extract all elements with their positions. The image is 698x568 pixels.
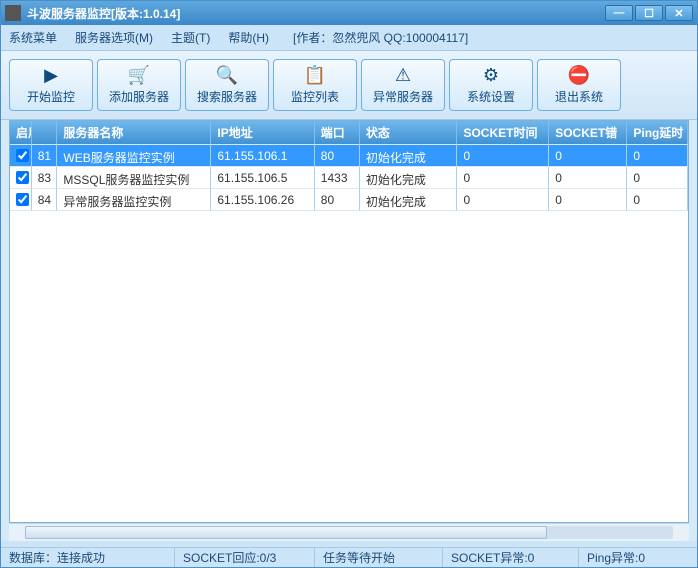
cell-port: 1433 [315, 167, 360, 189]
list-icon: 📋 [304, 66, 326, 84]
table-header: 启用 服务器名称 IP地址 端口 状态 SOCKET时间 SOCKET错 Pin… [10, 121, 688, 145]
cell-socket-err: 0 [549, 167, 627, 189]
status-ping-abnormal: Ping异常:0 [579, 548, 697, 567]
status-socket-abnormal: SOCKET异常:0 [443, 548, 579, 567]
cell-socket-err: 0 [549, 189, 627, 211]
statusbar: 数据库：连接成功 SOCKET回应:0/3 任务等待开始 SOCKET异常:0 … [1, 547, 697, 567]
col-socket-err[interactable]: SOCKET错 [549, 121, 627, 145]
start-monitor-button[interactable]: ▶ 开始监控 [9, 59, 93, 111]
cell-ping: 0 [627, 189, 688, 211]
server-table: 启用 服务器名称 IP地址 端口 状态 SOCKET时间 SOCKET错 Pin… [9, 120, 689, 523]
col-name[interactable]: 服务器名称 [57, 121, 211, 145]
col-socket-time[interactable]: SOCKET时间 [457, 121, 549, 145]
system-settings-button[interactable]: ⚙ 系统设置 [449, 59, 533, 111]
table-row[interactable]: 81WEB服务器监控实例61.155.106.180初始化完成000 [10, 145, 688, 167]
table-body: 81WEB服务器监控实例61.155.106.180初始化完成00083MSSQ… [10, 145, 688, 522]
cell-port: 80 [315, 145, 360, 167]
cell-enable[interactable] [10, 189, 32, 211]
status-db: 数据库：连接成功 [1, 548, 175, 567]
play-icon: ▶ [44, 66, 58, 84]
cell-socket-time: 0 [457, 167, 549, 189]
cell-name: 异常服务器监控实例 [57, 189, 211, 211]
maximize-button[interactable]: ☐ [635, 5, 663, 21]
cell-status: 初始化完成 [360, 145, 458, 167]
toolbar: ▶ 开始监控 🛒 添加服务器 🔍 搜索服务器 📋 监控列表 ⚠ 异常服务器 ⚙ … [1, 51, 697, 120]
col-ping[interactable]: Ping延时 [627, 121, 688, 145]
enable-checkbox[interactable] [16, 149, 29, 162]
menubar: 系统菜单 服务器选项(M) 主题(T) 帮助(H) [作者：忽然兜风 QQ:10… [1, 25, 697, 51]
menu-help[interactable]: 帮助(H) [228, 29, 269, 46]
table-row[interactable]: 83MSSQL服务器监控实例61.155.106.51433初始化完成000 [10, 167, 688, 189]
cell-port: 80 [315, 189, 360, 211]
menu-server-options[interactable]: 服务器选项(M) [75, 29, 153, 46]
cell-ip: 61.155.106.1 [211, 145, 314, 167]
add-server-button[interactable]: 🛒 添加服务器 [97, 59, 181, 111]
col-status[interactable]: 状态 [360, 121, 458, 145]
menu-theme[interactable]: 主题(T) [171, 29, 210, 46]
stop-icon: ⛔ [568, 66, 590, 84]
menu-system[interactable]: 系统菜单 [9, 29, 57, 46]
app-icon [5, 5, 21, 21]
cell-ping: 0 [627, 145, 688, 167]
minimize-button[interactable]: — [605, 5, 633, 21]
enable-checkbox[interactable] [16, 171, 29, 184]
window-title: 斗波服务器监控[版本:1.0.14] [27, 5, 605, 22]
cell-enable[interactable] [10, 167, 32, 189]
abnormal-server-button[interactable]: ⚠ 异常服务器 [361, 59, 445, 111]
search-icon: 🔍 [216, 66, 238, 84]
cell-name: WEB服务器监控实例 [57, 145, 211, 167]
status-task: 任务等待开始 [315, 548, 443, 567]
close-button[interactable]: ✕ [665, 5, 693, 21]
monitor-list-button[interactable]: 📋 监控列表 [273, 59, 357, 111]
warning-icon: ⚠ [395, 66, 411, 84]
author-info: [作者：忽然兜风 QQ:100004117] [293, 29, 468, 46]
col-id[interactable] [32, 121, 58, 145]
cell-name: MSSQL服务器监控实例 [57, 167, 211, 189]
cell-id: 84 [32, 189, 58, 211]
cell-socket-err: 0 [549, 145, 627, 167]
cell-ip: 61.155.106.5 [211, 167, 314, 189]
enable-checkbox[interactable] [16, 193, 29, 206]
status-socket-reply: SOCKET回应:0/3 [175, 548, 315, 567]
col-port[interactable]: 端口 [315, 121, 360, 145]
titlebar[interactable]: 斗波服务器监控[版本:1.0.14] — ☐ ✕ [1, 1, 697, 25]
cell-id: 81 [32, 145, 58, 167]
cart-icon: 🛒 [128, 66, 150, 84]
main-window: 斗波服务器监控[版本:1.0.14] — ☐ ✕ 系统菜单 服务器选项(M) 主… [0, 0, 698, 568]
cell-status: 初始化完成 [360, 189, 458, 211]
cell-status: 初始化完成 [360, 167, 458, 189]
cell-enable[interactable] [10, 145, 32, 167]
gear-icon: ⚙ [483, 66, 499, 84]
cell-socket-time: 0 [457, 189, 549, 211]
cell-id: 83 [32, 167, 58, 189]
horizontal-scrollbar[interactable] [9, 523, 689, 541]
col-ip[interactable]: IP地址 [211, 121, 314, 145]
exit-system-button[interactable]: ⛔ 退出系统 [537, 59, 621, 111]
table-row[interactable]: 84异常服务器监控实例61.155.106.2680初始化完成000 [10, 189, 688, 211]
cell-socket-time: 0 [457, 145, 549, 167]
cell-ip: 61.155.106.26 [211, 189, 314, 211]
cell-ping: 0 [627, 167, 688, 189]
search-server-button[interactable]: 🔍 搜索服务器 [185, 59, 269, 111]
col-enable[interactable]: 启用 [10, 121, 32, 145]
